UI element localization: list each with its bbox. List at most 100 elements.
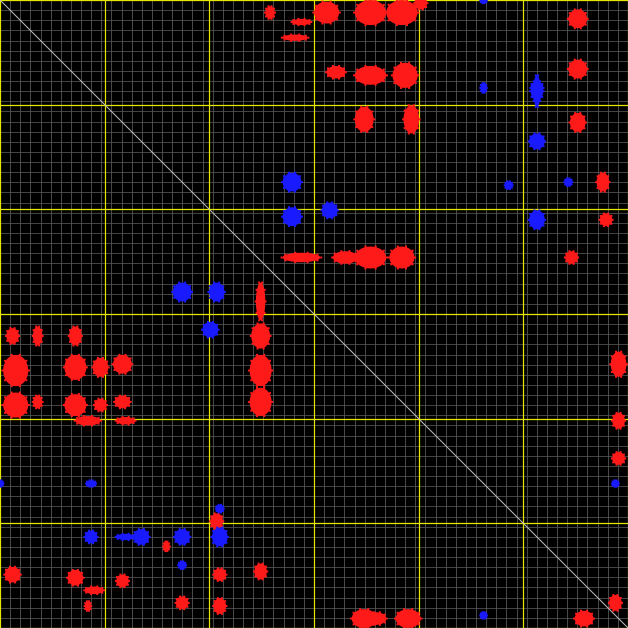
negative-peak-contour — [213, 281, 216, 284]
positive-peak-contour — [610, 222, 613, 225]
positive-peak-contour — [102, 375, 105, 378]
positive-peak-contour — [70, 378, 73, 381]
negative-peak-contour — [177, 561, 180, 564]
positive-peak-contour — [166, 550, 169, 553]
positive-peak-contour — [254, 300, 257, 303]
positive-peak-contour — [265, 15, 268, 18]
positive-peak-contour — [69, 340, 72, 343]
negative-peak-contour — [91, 479, 94, 482]
positive-peak-contour — [414, 82, 417, 85]
positive-peak-contour — [355, 126, 358, 129]
negative-peak-contour — [174, 531, 177, 534]
negative-peak-contour — [182, 567, 185, 570]
positive-peak-contour — [212, 605, 215, 608]
positive-peak-contour — [263, 353, 266, 356]
positive-peak-contour — [90, 593, 93, 596]
positive-peak-contour — [168, 542, 171, 545]
positive-peak-contour — [303, 17, 306, 20]
negative-peak-contour — [483, 91, 486, 94]
positive-peak-contour — [304, 38, 307, 41]
positive-peak-contour — [92, 404, 95, 407]
positive-peak-contour — [269, 334, 272, 337]
positive-peak-contour — [367, 621, 370, 624]
positive-peak-contour — [619, 606, 622, 609]
positive-peak-contour — [573, 58, 576, 61]
negative-peak-contour — [116, 534, 119, 537]
negative-peak — [0, 479, 5, 488]
positive-peak-contour — [256, 353, 259, 356]
negative-peak-contour — [527, 218, 530, 221]
positive-peak-contour — [412, 132, 415, 135]
positive-peak-contour — [4, 411, 7, 414]
negative-peak-contour — [541, 95, 544, 98]
negative-peak-contour — [479, 616, 482, 619]
positive-peak-contour — [128, 404, 131, 407]
negative-peak-contour — [530, 90, 533, 93]
positive-peak-contour — [116, 417, 119, 420]
positive-peak-contour — [168, 548, 171, 551]
negative-peak-contour — [294, 171, 297, 174]
positive-peak-contour — [4, 578, 7, 581]
negative-peak-contour — [121, 539, 124, 542]
positive-peak-contour — [621, 601, 624, 604]
positive-peak-contour — [4, 379, 7, 382]
negative-peak-contour — [504, 181, 507, 184]
positive-peak-contour — [393, 66, 396, 69]
negative-peak-contour — [95, 539, 98, 542]
positive-peak-contour — [609, 363, 612, 366]
positive-peak-contour — [76, 325, 79, 328]
negative-peak-contour — [142, 528, 145, 531]
negative-peak-contour — [212, 530, 215, 533]
positive-peak-contour — [268, 392, 271, 395]
positive-peak-contour — [290, 33, 293, 36]
positive-peak-contour — [304, 34, 307, 37]
positive-peak-contour — [573, 8, 576, 11]
negative-peak-contour — [542, 86, 545, 89]
positive-peak-contour — [592, 617, 595, 620]
positive-peak-contour — [248, 400, 251, 403]
positive-peak-contour — [352, 611, 355, 614]
positive-peak-contour — [292, 19, 295, 22]
positive-peak-contour — [224, 577, 227, 580]
positive-peak-contour — [32, 340, 35, 343]
positive-peak-contour — [414, 256, 417, 259]
positive-peak-contour — [87, 600, 90, 603]
positive-peak-contour — [619, 463, 622, 466]
negative-peak-contour — [201, 328, 204, 331]
positive-peak-contour — [374, 24, 377, 27]
negative-peak-contour — [217, 328, 220, 331]
negative-peak-contour — [544, 218, 547, 221]
positive-peak-contour — [563, 256, 566, 259]
positive-peak-contour — [575, 252, 578, 255]
positive-peak-contour — [572, 250, 575, 253]
positive-peak-contour — [213, 600, 216, 603]
positive-peak-contour — [356, 263, 359, 266]
positive-peak-contour — [612, 414, 615, 417]
negative-peak-contour — [479, 0, 482, 2]
negative-peak-contour — [479, 89, 482, 92]
positive-peak-core — [386, 0, 418, 26]
negative-peak-contour — [178, 543, 181, 546]
negative-peak-contour — [336, 209, 339, 212]
positive-peak-contour — [255, 312, 258, 315]
negative-peak-contour — [533, 228, 536, 231]
positive-peak-contour — [76, 584, 79, 587]
positive-peak-contour — [128, 579, 131, 582]
positive-peak-contour — [407, 104, 410, 107]
positive-peak-contour — [258, 281, 261, 284]
positive-peak-contour — [611, 218, 614, 221]
positive-peak-contour — [96, 356, 99, 359]
positive-peak-contour — [599, 214, 602, 217]
negative-peak-contour — [187, 540, 190, 543]
negative-peak-contour — [481, 91, 484, 94]
positive-peak-contour — [573, 27, 576, 30]
negative-peak-contour — [326, 201, 329, 204]
negative-peak-contour — [287, 171, 290, 174]
positive-peak-contour — [79, 340, 82, 343]
positive-peak-contour — [35, 325, 38, 328]
negative-peak-contour — [479, 84, 482, 87]
positive-peak-contour — [602, 225, 605, 228]
negative-peak-contour — [533, 132, 536, 135]
negative-peak-contour — [532, 99, 535, 102]
negative-peak-contour — [86, 480, 89, 483]
